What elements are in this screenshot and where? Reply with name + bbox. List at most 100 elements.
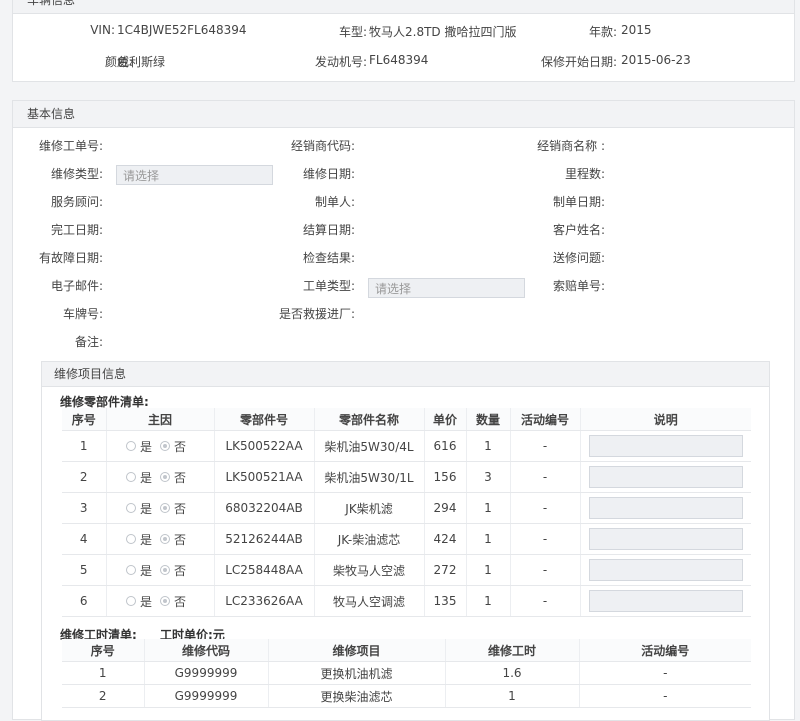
part-name: 柴机油5W30/1L <box>314 461 425 493</box>
parts-column-header: 主因 <box>106 408 215 431</box>
field-label: 有故障日期: <box>38 251 103 265</box>
activity-number: - <box>510 585 581 617</box>
parts-table-header: 序号 主因 零部件号 零部件名称 单价 数量 活动编号 说明 <box>62 408 751 431</box>
repair-type-select[interactable]: 请选择 <box>116 165 273 185</box>
part-number: LK500521AA <box>214 461 315 493</box>
part-name: JK-柴油滤芯 <box>314 523 425 555</box>
part-name: 牧马人空调滤 <box>314 585 425 617</box>
main-cause-no-radio[interactable] <box>160 534 170 544</box>
remark-input[interactable] <box>588 435 743 457</box>
no-label: 否 <box>174 594 187 609</box>
parts-column-header: 序号 <box>62 408 107 431</box>
labor-row-number: 1 <box>62 661 145 685</box>
main-cause-radio-group: 是否 <box>106 430 215 462</box>
remark-input[interactable] <box>588 590 743 612</box>
main-cause-radio-group: 是否 <box>106 585 215 617</box>
parts-row-number: 5 <box>62 554 107 586</box>
main-cause-no-radio[interactable] <box>160 503 170 513</box>
labor-column-header: 维修项目 <box>268 639 446 662</box>
vehicle-info-panel: 车辆信息 VIN: 1C4BJWE52FL648394 车型: 牧马人2.8TD… <box>12 0 795 82</box>
warranty-label: 保修开始日期: <box>540 55 617 69</box>
warranty-value: 2015-06-23 <box>621 53 691 67</box>
parts-column-header: 零部件名称 <box>314 408 425 431</box>
field-label: 电子邮件: <box>50 279 103 293</box>
model-value: 牧马人2.8TD 撒哈拉四门版 <box>369 25 517 39</box>
field-label: 是否救援进厂: <box>278 307 355 321</box>
field-label: 结算日期: <box>302 223 355 237</box>
remark-cell <box>580 554 751 586</box>
activity-number: - <box>510 430 581 462</box>
year-value: 2015 <box>621 23 652 37</box>
main-cause-no-radio[interactable] <box>160 441 170 451</box>
parts-row: 1 是否 LK500522AA 柴机油5W30/4L 616 1- <box>62 430 751 462</box>
parts-column-header: 说明 <box>580 408 751 431</box>
parts-row-number: 1 <box>62 430 107 462</box>
remark-input[interactable] <box>588 466 743 488</box>
no-label: 否 <box>174 470 187 485</box>
main-cause-radio-group: 是否 <box>106 461 215 493</box>
labor-hours: 1 <box>445 684 580 708</box>
no-label: 否 <box>174 501 187 516</box>
main-cause-no-radio[interactable] <box>160 596 170 606</box>
activity-number: - <box>579 684 751 708</box>
activity-number: - <box>510 554 581 586</box>
yes-label: 是 <box>139 563 152 578</box>
main-cause-no-radio[interactable] <box>160 472 170 482</box>
remark-input[interactable] <box>588 528 743 550</box>
activity-number: - <box>510 523 581 555</box>
field-label: 送修问题: <box>552 251 605 265</box>
field-label: 里程数: <box>564 167 605 181</box>
yes-label: 是 <box>139 470 152 485</box>
parts-column-header: 活动编号 <box>510 408 581 431</box>
main-cause-yes-radio[interactable] <box>125 596 136 606</box>
activity-number: - <box>510 461 581 493</box>
main-cause-yes-radio[interactable] <box>125 565 136 575</box>
yes-label: 是 <box>139 439 152 454</box>
labor-row: 2 G9999999 更换柴油滤芯 1- <box>62 684 751 708</box>
part-name: 柴牧马人空滤 <box>314 554 425 586</box>
main-cause-yes-radio[interactable] <box>125 503 136 513</box>
part-name: JK柴机滤 <box>314 492 425 524</box>
quantity: 1 <box>466 430 511 462</box>
field-label: 车牌号: <box>62 307 103 321</box>
repair-item: 更换机油机滤 <box>268 661 446 685</box>
model-label: 车型: <box>338 25 367 39</box>
unit-price: 156 <box>424 461 467 493</box>
main-cause-no-radio[interactable] <box>160 565 170 575</box>
labor-row-number: 2 <box>62 684 145 708</box>
basic-info-panel: 基本信息 维修工单号: 经销商代码: 经销商名称 : 维修类型: 维修日期: 里程数: 服务… <box>12 100 795 721</box>
remark-input[interactable] <box>588 559 743 581</box>
main-cause-yes-radio[interactable] <box>125 534 136 544</box>
engine-label: 发动机号: <box>314 55 367 69</box>
remark-cell <box>580 430 751 462</box>
remark-cell <box>580 523 751 555</box>
unit-price: 424 <box>424 523 467 555</box>
part-number: 52126244AB <box>214 523 315 555</box>
field-label: 维修工单号: <box>38 139 103 153</box>
parts-column-header: 数量 <box>466 408 511 431</box>
parts-row: 3 是否 68032204AB JK柴机滤 294 1- <box>62 492 751 524</box>
field-label: 完工日期: <box>50 223 103 237</box>
field-label: 客户姓名: <box>552 223 605 237</box>
labor-row: 1 G9999999 更换机油机滤 1.6- <box>62 661 751 685</box>
remark-cell <box>580 461 751 493</box>
no-label: 否 <box>174 439 187 454</box>
basic-info-header: 基本信息 <box>13 101 794 128</box>
field-label: 工单类型: <box>302 279 355 293</box>
parts-column-header: 零部件号 <box>214 408 315 431</box>
unit-price: 294 <box>424 492 467 524</box>
parts-row: 2 是否 LK500521AA 柴机油5W30/1L 156 3- <box>62 461 751 493</box>
main-cause-yes-radio[interactable] <box>125 441 136 451</box>
no-label: 否 <box>174 563 187 578</box>
repair-item: 更换柴油滤芯 <box>268 684 446 708</box>
quantity: 1 <box>466 585 511 617</box>
order-type-select[interactable]: 请选择 <box>368 278 525 298</box>
repair-code: G9999999 <box>144 661 269 685</box>
parts-row-number: 3 <box>62 492 107 524</box>
labor-column-header: 活动编号 <box>579 639 751 662</box>
parts-row: 4 是否 52126244AB JK-柴油滤芯 424 1- <box>62 523 751 555</box>
unit-price: 135 <box>424 585 467 617</box>
remark-input[interactable] <box>588 497 743 519</box>
repair-items-header: 维修项目信息 <box>42 362 769 387</box>
main-cause-yes-radio[interactable] <box>125 472 136 482</box>
